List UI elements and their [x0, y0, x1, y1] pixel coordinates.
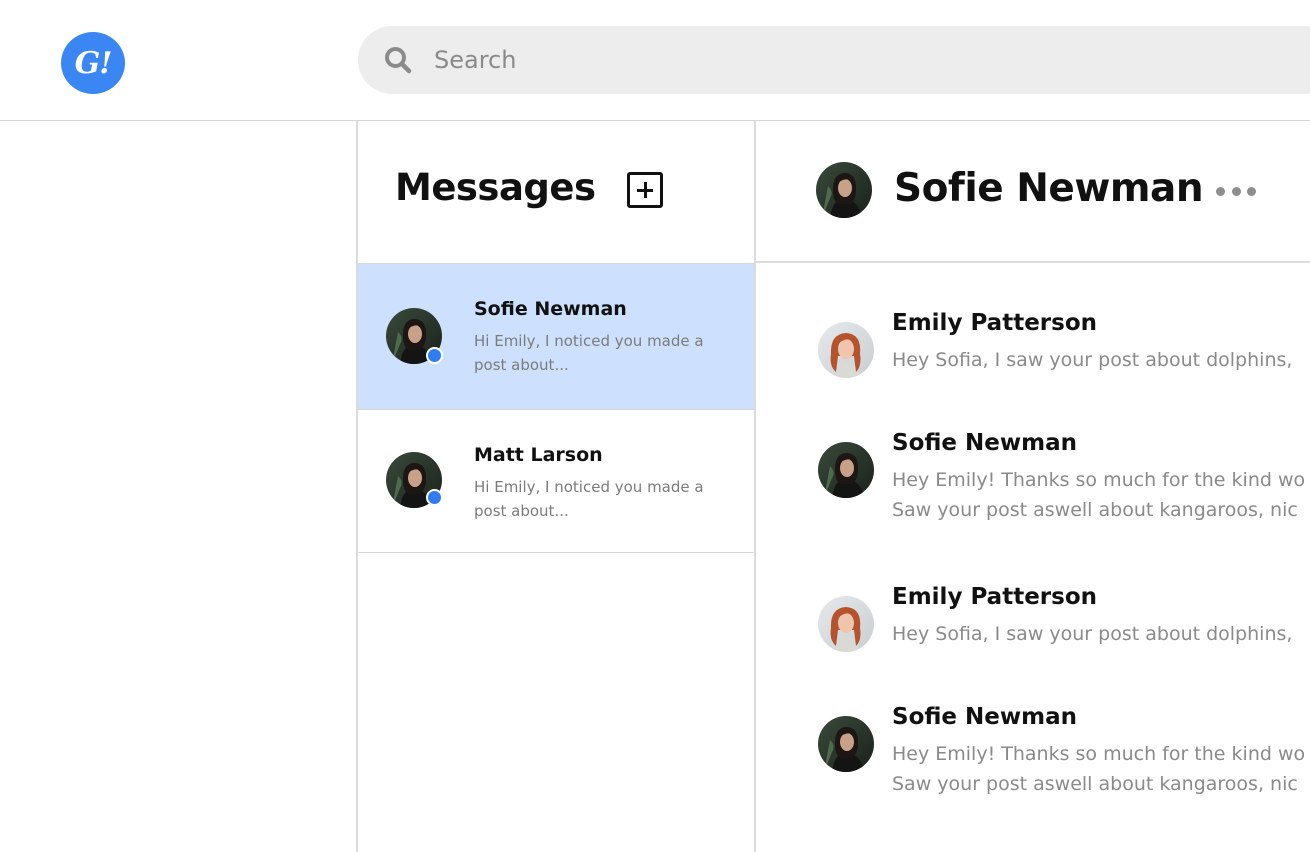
avatar — [818, 322, 874, 378]
message-text-line: Saw your post aswell about kangaroos, ni… — [892, 773, 1298, 795]
messages-header: Messages — [358, 121, 754, 263]
search-icon — [385, 47, 412, 74]
online-status-dot — [426, 489, 443, 506]
message-text-line: Saw your post aswell about kangaroos, ni… — [892, 499, 1298, 521]
message-text: Hey Emily! Thanks so much for the kind w… — [892, 739, 1310, 799]
search-input[interactable] — [434, 40, 1254, 80]
avatar-image — [818, 442, 874, 498]
avatar-image — [816, 162, 872, 218]
new-message-button[interactable] — [627, 172, 663, 208]
message-text: Hey Sofia, I saw your post about dolphin… — [892, 349, 1293, 371]
conversation-name: Sofie Newman — [474, 298, 627, 320]
message-author: Emily Patterson — [892, 310, 1098, 336]
more-horizontal-icon — [1247, 186, 1256, 196]
online-status-dot — [426, 347, 443, 364]
avatar-image — [818, 322, 874, 378]
message-text: Hey Emily! Thanks so much for the kind w… — [892, 465, 1310, 525]
avatar-image — [818, 596, 874, 652]
message-text-line: Hey Emily! Thanks so much for the kind w… — [892, 743, 1306, 765]
message-text: Hey Sofia, I saw your post about dolphin… — [892, 623, 1293, 645]
conversation-preview: Hi Emily, I noticed you made a post abou… — [474, 332, 704, 374]
message-author: Emily Patterson — [892, 584, 1098, 610]
search-bar[interactable] — [358, 26, 1310, 94]
conversation-item-matt-larson[interactable]: Matt Larson Hi Emily, I noticed you made… — [358, 409, 754, 553]
conversation-item-sofie-newman[interactable]: Sofie Newman Hi Emily, I noticed you mad… — [358, 263, 754, 409]
avatar[interactable] — [816, 162, 872, 218]
messages-title: Messages — [395, 166, 596, 209]
chat-title: Sofie Newman — [894, 166, 1204, 211]
more-horizontal-icon — [1231, 186, 1241, 196]
message-author: Sofie Newman — [892, 704, 1077, 730]
message-author: Sofie Newman — [892, 430, 1077, 456]
chat-header: Sofie Newman — [756, 121, 1310, 263]
avatar — [818, 596, 874, 652]
conversation-name: Matt Larson — [474, 444, 603, 466]
messaging-app: G! Messages Sofie Newman Hi — [0, 0, 1310, 852]
more-horizontal-icon — [1216, 186, 1225, 196]
app-logo[interactable]: G! — [61, 32, 125, 94]
top-bar: G! — [0, 0, 1310, 121]
avatar — [818, 442, 874, 498]
message-text-line: Hey Emily! Thanks so much for the kind w… — [892, 469, 1306, 491]
avatar-image — [818, 716, 874, 772]
avatar — [818, 716, 874, 772]
more-options-button[interactable] — [1216, 181, 1256, 201]
conversation-preview: Hi Emily, I noticed you made a post abou… — [474, 478, 704, 520]
